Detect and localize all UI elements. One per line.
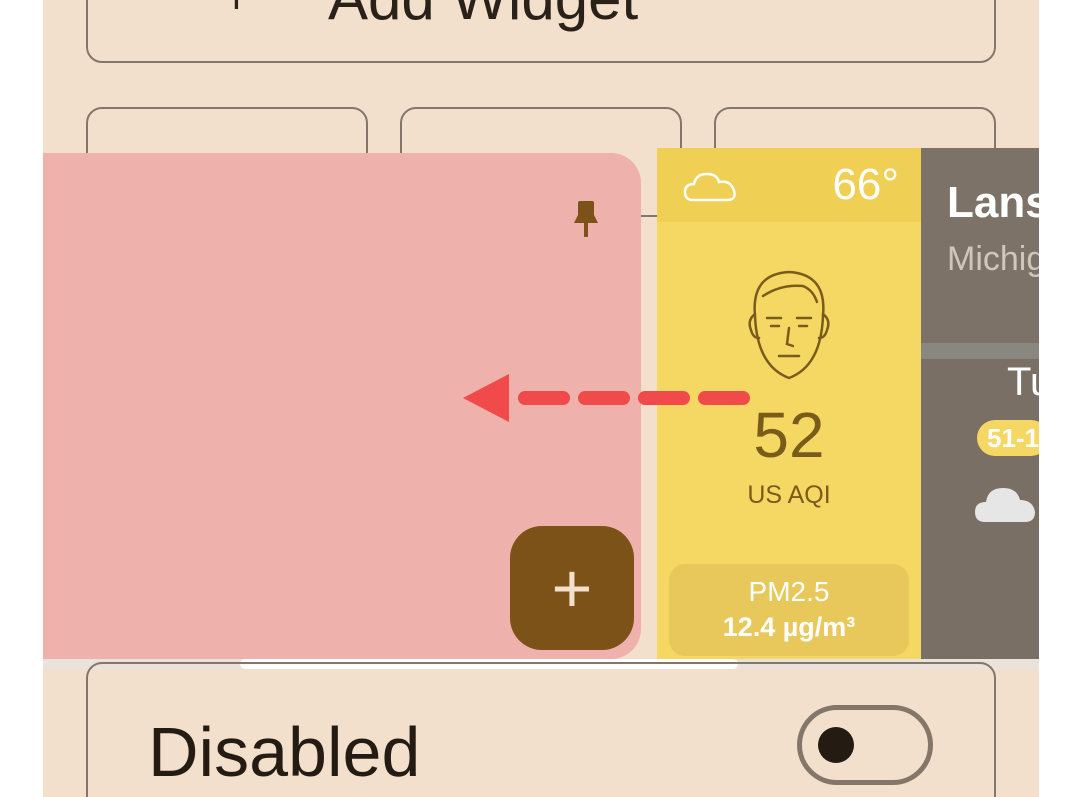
phone-screen: + Add Widget x + 66° [43,0,1039,797]
arrow-left-icon [463,374,750,422]
